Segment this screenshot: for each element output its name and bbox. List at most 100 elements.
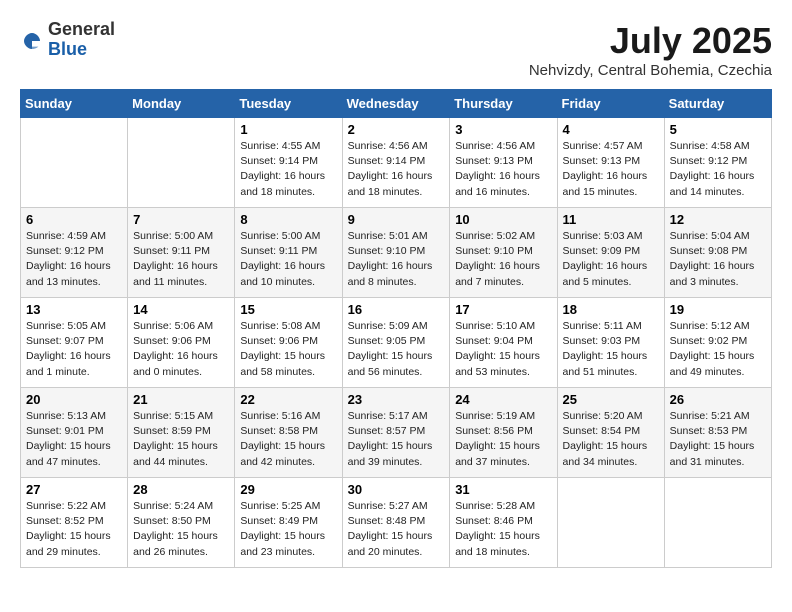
day-info: Sunrise: 5:00 AM Sunset: 9:11 PM Dayligh…	[133, 229, 229, 290]
day-info: Sunrise: 5:17 AM Sunset: 8:57 PM Dayligh…	[348, 409, 445, 470]
calendar-cell: 30 Sunrise: 5:27 AM Sunset: 8:48 PM Dayli…	[342, 478, 450, 568]
calendar-cell: 9Sunrise: 5:01 AM Sunset: 9:10 PM Daylig…	[342, 208, 450, 298]
day-info: Sunrise: 5:00 AM Sunset: 9:11 PM Dayligh…	[240, 229, 336, 290]
day-number: 23	[348, 392, 445, 407]
day-info: Sunrise: 5:05 AM Sunset: 9:07 PM Dayligh…	[26, 319, 122, 380]
day-number: 31	[455, 482, 551, 497]
day-number: 26	[670, 392, 766, 407]
calendar-cell: 26 Sunrise: 5:21 AM Sunset: 8:53 PM Dayli…	[664, 388, 771, 478]
day-info: Sunrise: 4:56 AM Sunset: 9:14 PM Dayligh…	[348, 139, 445, 200]
day-number: 25	[563, 392, 659, 407]
day-number: 14	[133, 302, 229, 317]
day-number: 30	[348, 482, 445, 497]
calendar-week-5: 27Sunrise: 5:22 AM Sunset: 8:52 PM Dayli…	[21, 478, 772, 568]
day-info: Sunrise: 5:02 AM Sunset: 9:10 PM Dayligh…	[455, 229, 551, 290]
day-info: Sunrise: 5:03 AM Sunset: 9:09 PM Dayligh…	[563, 229, 659, 290]
day-info: Sunrise: 5:15 AM Sunset: 8:59 PM Dayligh…	[133, 409, 229, 470]
calendar-cell	[128, 118, 235, 208]
col-header-sunday: Sunday	[21, 90, 128, 118]
calendar-cell: 29 Sunrise: 5:25 AM Sunset: 8:49 PM Dayli…	[235, 478, 342, 568]
day-number: 12	[670, 212, 766, 227]
day-number: 21	[133, 392, 229, 407]
calendar-week-1: 1Sunrise: 4:55 AM Sunset: 9:14 PM Daylig…	[21, 118, 772, 208]
day-info: Sunrise: 5:13 AM Sunset: 9:01 PM Dayligh…	[26, 409, 122, 470]
day-number: 9	[348, 212, 445, 227]
day-number: 28	[133, 482, 229, 497]
day-info: Sunrise: 4:56 AM Sunset: 9:13 PM Dayligh…	[455, 139, 551, 200]
col-header-friday: Friday	[557, 90, 664, 118]
calendar-cell: 14Sunrise: 5:06 AM Sunset: 9:06 PM Dayli…	[128, 298, 235, 388]
calendar-cell: 4 Sunrise: 4:57 AM Sunset: 9:13 PM Daylig…	[557, 118, 664, 208]
day-info: Sunrise: 5:27 AM Sunset: 8:48 PM Dayligh…	[348, 499, 445, 560]
calendar-cell	[664, 478, 771, 568]
calendar-cell: 10 Sunrise: 5:02 AM Sunset: 9:10 PM Dayli…	[450, 208, 557, 298]
day-number: 4	[563, 122, 659, 137]
day-info: Sunrise: 4:57 AM Sunset: 9:13 PM Dayligh…	[563, 139, 659, 200]
day-info: Sunrise: 5:25 AM Sunset: 8:49 PM Dayligh…	[240, 499, 336, 560]
calendar-cell: 25 Sunrise: 5:20 AM Sunset: 8:54 PM Dayli…	[557, 388, 664, 478]
day-number: 1	[240, 122, 336, 137]
day-info: Sunrise: 5:04 AM Sunset: 9:08 PM Dayligh…	[670, 229, 766, 290]
logo-blue: Blue	[48, 40, 115, 60]
day-number: 6	[26, 212, 122, 227]
calendar-cell: 19Sunrise: 5:12 AM Sunset: 9:02 PM Dayli…	[664, 298, 771, 388]
calendar-cell: 1Sunrise: 4:55 AM Sunset: 9:14 PM Daylig…	[235, 118, 342, 208]
day-number: 7	[133, 212, 229, 227]
calendar: SundayMondayTuesdayWednesdayThursdayFrid…	[20, 89, 772, 568]
day-number: 19	[670, 302, 766, 317]
calendar-cell: 5 Sunrise: 4:58 AM Sunset: 9:12 PM Daylig…	[664, 118, 771, 208]
location: Nehvizdy, Central Bohemia, Czechia	[529, 62, 772, 79]
col-header-monday: Monday	[128, 90, 235, 118]
calendar-cell	[557, 478, 664, 568]
day-number: 24	[455, 392, 551, 407]
calendar-cell: 17 Sunrise: 5:10 AM Sunset: 9:04 PM Dayli…	[450, 298, 557, 388]
day-number: 15	[240, 302, 336, 317]
day-info: Sunrise: 4:59 AM Sunset: 9:12 PM Dayligh…	[26, 229, 122, 290]
day-info: Sunrise: 5:08 AM Sunset: 9:06 PM Dayligh…	[240, 319, 336, 380]
calendar-cell: 6 Sunrise: 4:59 AM Sunset: 9:12 PM Daylig…	[21, 208, 128, 298]
day-info: Sunrise: 5:09 AM Sunset: 9:05 PM Dayligh…	[348, 319, 445, 380]
calendar-week-3: 13 Sunrise: 5:05 AM Sunset: 9:07 PM Dayli…	[21, 298, 772, 388]
day-number: 10	[455, 212, 551, 227]
calendar-cell: 27Sunrise: 5:22 AM Sunset: 8:52 PM Dayli…	[21, 478, 128, 568]
day-info: Sunrise: 4:58 AM Sunset: 9:12 PM Dayligh…	[670, 139, 766, 200]
calendar-cell: 24 Sunrise: 5:19 AM Sunset: 8:56 PM Dayli…	[450, 388, 557, 478]
calendar-week-4: 20 Sunrise: 5:13 AM Sunset: 9:01 PM Dayli…	[21, 388, 772, 478]
day-number: 5	[670, 122, 766, 137]
day-info: Sunrise: 5:19 AM Sunset: 8:56 PM Dayligh…	[455, 409, 551, 470]
day-number: 22	[240, 392, 336, 407]
page-header: General Blue July 2025 Nehvizdy, Central…	[20, 20, 772, 79]
day-number: 20	[26, 392, 122, 407]
col-header-tuesday: Tuesday	[235, 90, 342, 118]
logo-general: General	[48, 20, 115, 40]
calendar-cell: 13 Sunrise: 5:05 AM Sunset: 9:07 PM Dayli…	[21, 298, 128, 388]
day-info: Sunrise: 5:10 AM Sunset: 9:04 PM Dayligh…	[455, 319, 551, 380]
calendar-cell: 20 Sunrise: 5:13 AM Sunset: 9:01 PM Dayli…	[21, 388, 128, 478]
day-number: 13	[26, 302, 122, 317]
day-number: 29	[240, 482, 336, 497]
day-info: Sunrise: 5:22 AM Sunset: 8:52 PM Dayligh…	[26, 499, 122, 560]
calendar-cell: 12 Sunrise: 5:04 AM Sunset: 9:08 PM Dayli…	[664, 208, 771, 298]
day-number: 11	[563, 212, 659, 227]
calendar-cell: 28Sunrise: 5:24 AM Sunset: 8:50 PM Dayli…	[128, 478, 235, 568]
calendar-cell: 31Sunrise: 5:28 AM Sunset: 8:46 PM Dayli…	[450, 478, 557, 568]
calendar-cell: 23 Sunrise: 5:17 AM Sunset: 8:57 PM Dayli…	[342, 388, 450, 478]
day-number: 18	[563, 302, 659, 317]
calendar-header-row: SundayMondayTuesdayWednesdayThursdayFrid…	[21, 90, 772, 118]
calendar-cell	[21, 118, 128, 208]
month-year: July 2025	[529, 20, 772, 62]
calendar-cell: 21 Sunrise: 5:15 AM Sunset: 8:59 PM Dayli…	[128, 388, 235, 478]
calendar-cell: 16 Sunrise: 5:09 AM Sunset: 9:05 PM Dayli…	[342, 298, 450, 388]
day-number: 16	[348, 302, 445, 317]
calendar-cell: 11 Sunrise: 5:03 AM Sunset: 9:09 PM Dayli…	[557, 208, 664, 298]
day-info: Sunrise: 5:20 AM Sunset: 8:54 PM Dayligh…	[563, 409, 659, 470]
col-header-thursday: Thursday	[450, 90, 557, 118]
day-number: 8	[240, 212, 336, 227]
calendar-cell: 8 Sunrise: 5:00 AM Sunset: 9:11 PM Daylig…	[235, 208, 342, 298]
day-info: Sunrise: 5:21 AM Sunset: 8:53 PM Dayligh…	[670, 409, 766, 470]
day-number: 17	[455, 302, 551, 317]
logo-icon	[20, 29, 44, 53]
calendar-cell: 7 Sunrise: 5:00 AM Sunset: 9:11 PM Daylig…	[128, 208, 235, 298]
calendar-cell: 3Sunrise: 4:56 AM Sunset: 9:13 PM Daylig…	[450, 118, 557, 208]
calendar-cell: 22Sunrise: 5:16 AM Sunset: 8:58 PM Dayli…	[235, 388, 342, 478]
